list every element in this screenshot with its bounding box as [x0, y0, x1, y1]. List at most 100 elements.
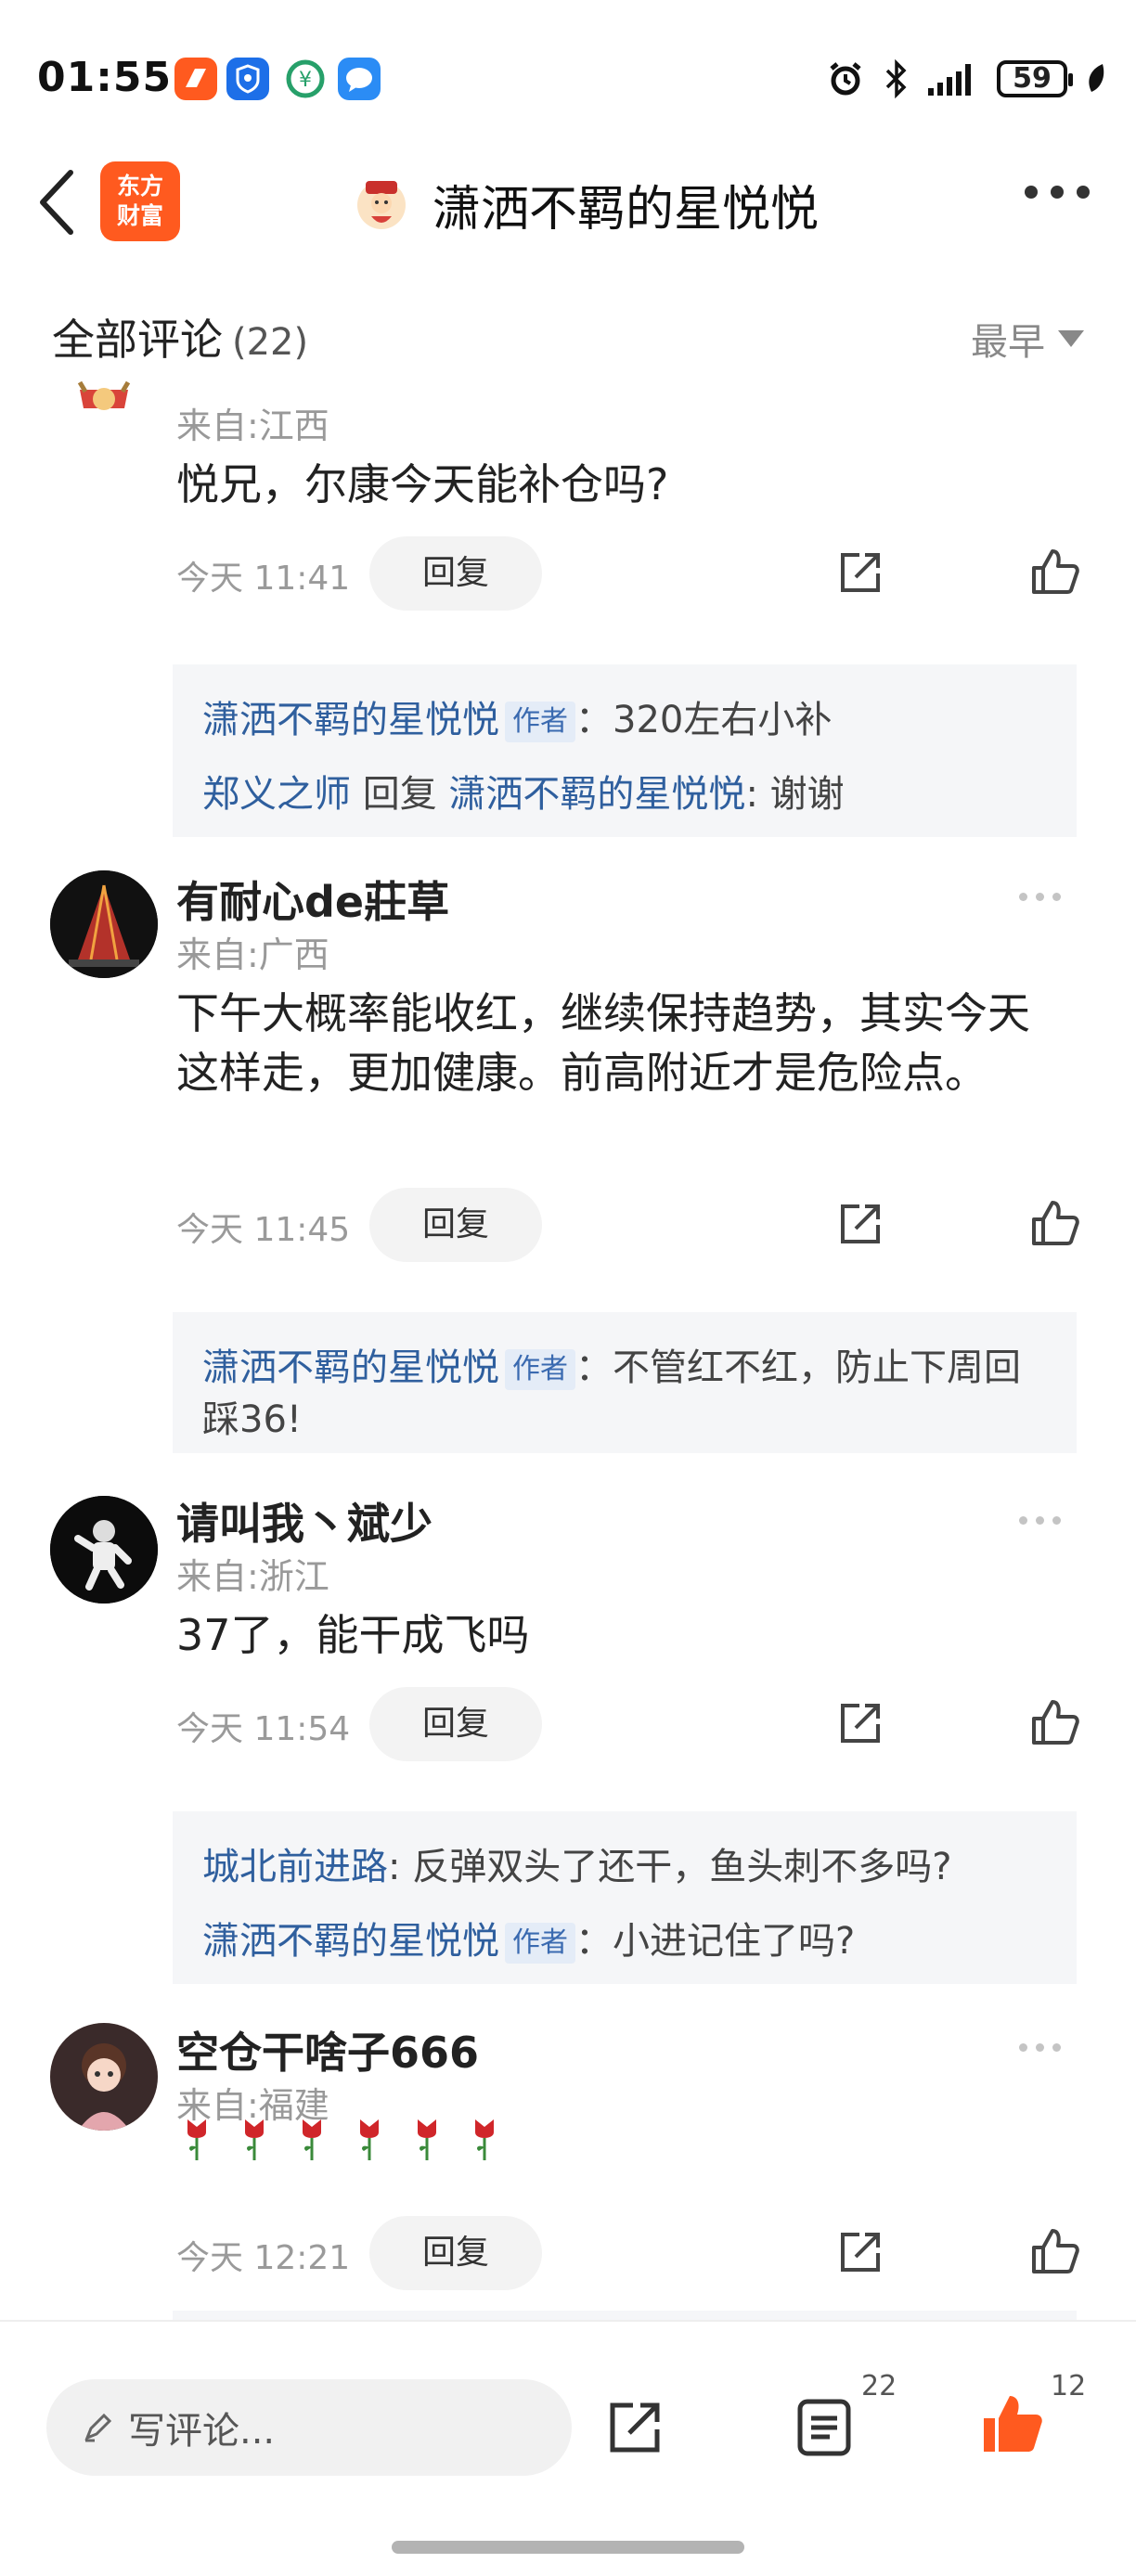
comment-more-button[interactable]	[1019, 1516, 1061, 1525]
reply-text: 谢谢	[769, 773, 845, 816]
thumbs-up-icon[interactable]	[1028, 1197, 1080, 1249]
reply-separator: ：	[575, 699, 613, 741]
thread-reply[interactable]: 城北前进路: 反弹双头了还干，鱼头刺不多吗?	[202, 1830, 1047, 1904]
battery-indicator: 59	[997, 60, 1073, 97]
rose-icon	[187, 2119, 206, 2160]
author-badge: 作者	[505, 1923, 575, 1964]
header-title-group[interactable]: 潇洒不羁的星悦悦	[353, 167, 819, 241]
comments-title-label: 全部评论	[52, 315, 223, 365]
comment-more-button[interactable]	[1019, 893, 1061, 901]
comment-location: 来自:广西	[176, 934, 329, 975]
reply-text: 320左右小补	[613, 699, 833, 741]
thread-reply[interactable]: 郑义之师 回复 潇洒不羁的星悦悦: 谢谢	[202, 757, 1047, 831]
like-count-badge: 12	[1051, 2370, 1087, 2402]
god-of-wealth-avatar-icon	[357, 181, 406, 229]
username[interactable]: 空仓干啥子666	[176, 2019, 479, 2080]
app-logo[interactable]: 东方 财富	[100, 161, 180, 241]
comment-location: 来自:江西	[176, 406, 329, 446]
reply-author[interactable]: 郑义之师	[202, 773, 351, 816]
reply-author[interactable]: 潇洒不羁的星悦悦	[202, 1920, 499, 1963]
comment-time: 今天 11:41	[176, 560, 351, 598]
write-comment-placeholder: 写评论...	[128, 2410, 276, 2453]
comment-text: 下午大概率能收红，继续保持趋势，其实今天这样走，更加健康。前高附近才是危险点。	[176, 988, 1030, 1098]
reply-separator: :	[388, 1846, 401, 1888]
share-icon[interactable]	[835, 547, 885, 598]
rose-icon	[418, 2119, 436, 2160]
reply-button[interactable]: 回复	[369, 1188, 542, 1262]
rose-icon	[475, 2119, 494, 2160]
status-indicators: 59	[824, 58, 1108, 100]
author-badge: 作者	[505, 1349, 575, 1390]
comment-time: 今天 12:21	[176, 2239, 351, 2277]
reply-author[interactable]: 潇洒不羁的星悦悦	[202, 699, 499, 741]
status-time: 01:55	[37, 54, 173, 101]
reply-author[interactable]: 潇洒不羁的星悦悦	[202, 1346, 499, 1389]
bluetooth-icon	[885, 58, 907, 99]
reply-thread: 潇洒不羁的星悦悦 作者 ：不管红不红，防止下周回踩36!	[173, 1312, 1077, 1453]
reply-author[interactable]: 城北前进路	[202, 1846, 388, 1888]
reply-separator: ：	[575, 1346, 613, 1389]
home-indicator[interactable]	[392, 2541, 744, 2554]
share-icon[interactable]	[835, 1698, 885, 1748]
reply-button[interactable]: 回复	[369, 1687, 542, 1761]
rose-icon	[303, 2119, 321, 2160]
thumbs-up-icon[interactable]	[1028, 546, 1080, 598]
comments-list-icon[interactable]	[794, 2396, 854, 2459]
share-icon[interactable]	[605, 2398, 665, 2457]
rose-icon	[360, 2119, 379, 2160]
comment-text: 悦兄，尔康今天能补仓吗?	[176, 459, 669, 509]
signal-icon	[928, 64, 971, 96]
comment-time: 今天 11:54	[176, 1710, 351, 1748]
reply-thread: 潇洒不羁的星悦悦 作者 ：320左右小补 郑义之师 回复 潇洒不羁的星悦悦: 谢谢	[173, 664, 1077, 837]
leaf-icon	[1089, 64, 1104, 92]
avatar[interactable]	[76, 371, 132, 427]
reply-separator: ：	[575, 1920, 613, 1963]
message-app-icon	[338, 58, 381, 100]
reply-verb: 回复	[362, 773, 437, 816]
comments-section-title: 全部评论 (22)	[52, 306, 308, 367]
reply-text: 小进记住了吗?	[613, 1920, 856, 1963]
comment-text: 37了，能干成飞吗	[176, 1610, 530, 1660]
comment-location: 来自:浙江	[176, 1556, 329, 1597]
thumbs-up-filled-icon[interactable]	[978, 2390, 1045, 2457]
comment-count-badge: 22	[861, 2370, 897, 2402]
page-title: 潇洒不羁的星悦悦	[432, 181, 820, 238]
sort-dropdown[interactable]: 最早	[971, 312, 1084, 366]
triangle-down-icon	[1058, 330, 1084, 347]
shield-app-icon	[226, 58, 269, 100]
reply-button[interactable]: 回复	[369, 536, 542, 611]
comments-count: (22)	[232, 321, 309, 364]
comment-more-button[interactable]	[1019, 2043, 1061, 2052]
thumbs-up-icon[interactable]	[1028, 2225, 1080, 2277]
avatar[interactable]	[50, 2023, 158, 2131]
write-comment-input[interactable]: 写评论...	[46, 2379, 572, 2476]
brand-line1: 东方	[116, 173, 163, 200]
svg-text:¥: ¥	[299, 69, 312, 92]
comment-time: 今天 11:45	[176, 1211, 351, 1249]
alarm-icon	[830, 62, 861, 96]
username[interactable]: 请叫我丶斌少	[176, 1490, 432, 1552]
author-badge: 作者	[505, 702, 575, 742]
share-icon[interactable]	[835, 1199, 885, 1249]
back-button[interactable]	[33, 165, 80, 239]
pencil-icon	[84, 2413, 112, 2442]
thumbs-up-icon[interactable]	[1028, 1696, 1080, 1748]
avatar[interactable]	[50, 870, 158, 978]
bank-app-icon: ¥	[284, 58, 327, 100]
reply-button[interactable]: 回复	[369, 2216, 542, 2290]
sort-label: 最早	[971, 321, 1045, 364]
username[interactable]: 有耐心de莊草	[176, 869, 449, 930]
thread-reply[interactable]: 潇洒不羁的星悦悦 作者 ：小进记住了吗?	[202, 1904, 1047, 1978]
thread-reply[interactable]: 潇洒不羁的星悦悦 作者 ：320左右小补	[202, 683, 1047, 757]
reply-thread: 城北前进路: 反弹双头了还干，鱼头刺不多吗? 潇洒不羁的星悦悦 作者 ：小进记住了吗…	[173, 1811, 1077, 1984]
chevron-left-icon	[40, 170, 73, 235]
reply-text: 反弹双头了还干，鱼头刺不多吗?	[412, 1846, 952, 1888]
bottom-bar-divider	[0, 2320, 1136, 2322]
reply-target[interactable]: 潇洒不羁的星悦悦	[448, 773, 745, 816]
thread-reply[interactable]: 潇洒不羁的星悦悦 作者 ：不管红不红，防止下周回踩36!	[202, 1331, 1047, 1457]
app-notification-icon	[174, 58, 217, 100]
share-icon[interactable]	[835, 2227, 885, 2277]
more-options-button[interactable]	[1025, 186, 1090, 199]
avatar[interactable]	[50, 1496, 158, 1604]
reply-separator: :	[745, 773, 758, 816]
